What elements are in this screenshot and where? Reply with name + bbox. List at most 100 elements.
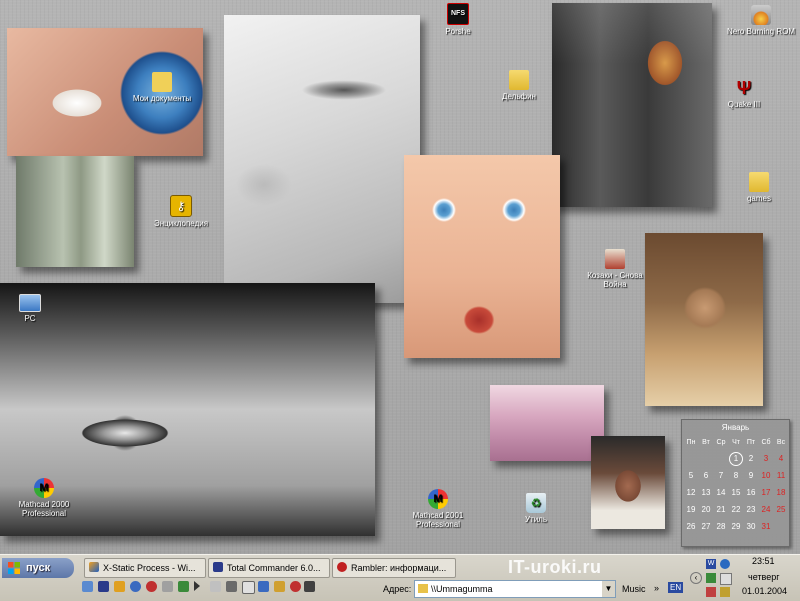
language-indicator[interactable]: EN [668, 582, 684, 593]
documents-globe-icon [152, 72, 172, 92]
desktop-icon-games[interactable]: games [724, 172, 794, 203]
cossacks-icon [605, 249, 625, 269]
calendar-day[interactable]: 17 [759, 486, 773, 500]
tray-back-icon[interactable]: ‹ [690, 572, 702, 584]
calendar-day[interactable]: 13 [699, 486, 713, 500]
launch-icon[interactable] [178, 581, 189, 592]
desktop-icon-delfin[interactable]: Дельфин [484, 70, 554, 101]
desktop-icon-mathcad2001[interactable]: M Mathcad 2001 Professional [403, 489, 473, 529]
desktop-icon-porshe[interactable]: NFS Porshe [423, 3, 493, 36]
task-label: Total Commander 6.0... [227, 563, 321, 573]
desktop-icon-moi-dokumenty[interactable]: Мои документы [127, 72, 197, 103]
chevron-down-icon[interactable]: ▼ [602, 581, 615, 597]
calendar-day[interactable]: 30 [744, 520, 758, 534]
play-icon[interactable] [194, 581, 200, 591]
clock-date: 01.01.2004 [742, 586, 788, 596]
launch-icon[interactable] [114, 581, 125, 592]
start-button[interactable]: пуск [2, 558, 74, 578]
wallpaper-photo-purple-eyes [490, 385, 604, 461]
calendar-day[interactable]: 14 [714, 486, 728, 500]
media-icon[interactable] [210, 581, 221, 592]
desktop-icon-nero[interactable]: Nero Burning ROM [726, 5, 796, 36]
wallpaper-photo-tongue-girl [591, 436, 665, 529]
calendar-day[interactable]: 5 [684, 469, 698, 483]
calendar-day[interactable]: 9 [744, 469, 758, 483]
taskbar: пуск X-Static Process - Wi... Total Comm… [0, 554, 800, 601]
calendar-day[interactable]: 2 [744, 452, 758, 466]
desktop-icon-utilit[interactable]: ♻ Утиль [501, 493, 571, 524]
tray-app-icon[interactable] [720, 573, 732, 585]
speaker-icon[interactable] [720, 559, 730, 569]
calendar-day[interactable]: 26 [684, 520, 698, 534]
desktop-icon-mathcad2000[interactable]: M Mathcad 2000 Professional [9, 478, 79, 518]
launch-icon[interactable] [82, 581, 93, 592]
calendar-day[interactable]: 11 [774, 469, 788, 483]
calendar-week-row: 5 6 7 8 9 10 11 [684, 469, 788, 483]
calendar-week-row: 19 20 21 22 23 24 25 [684, 503, 788, 517]
launch-icon[interactable] [290, 581, 301, 592]
desktop-icon-quake[interactable]: Ψ Quake III [709, 78, 779, 109]
calendar-day[interactable]: 10 [759, 469, 773, 483]
calendar-day[interactable]: 22 [729, 503, 743, 517]
desktop-icon-pc[interactable]: PC [0, 294, 65, 323]
notepad-icon[interactable] [242, 581, 255, 594]
floppy-icon[interactable] [98, 581, 109, 592]
wallpaper-photo-curly-hair [645, 233, 763, 406]
calendar-day[interactable]: 8 [729, 469, 743, 483]
calendar-widget: Январь Пн Вт Ср Чт Пт Сб Вс 1 2 3 4 5 6 7 8 9 10 1… [681, 419, 790, 547]
calendar-day[interactable]: 31 [759, 520, 773, 534]
task-button-total-commander[interactable]: Total Commander 6.0... [208, 558, 330, 578]
calendar-day[interactable]: 20 [699, 503, 713, 517]
opera-icon[interactable] [130, 581, 141, 592]
address-input[interactable]: \\Ummagumma ▼ [414, 580, 616, 598]
browser-icon[interactable] [146, 581, 157, 592]
nfs-game-icon: NFS [447, 3, 469, 25]
word-icon[interactable]: W [706, 559, 716, 569]
calendar-day[interactable]: 24 [759, 503, 773, 517]
tool-icon[interactable] [226, 581, 237, 592]
desktop-icon-enciklopedia[interactable]: ⚷ Энциклопедия [146, 195, 216, 228]
settings-icon[interactable] [162, 581, 173, 592]
calendar-day[interactable]: 6 [699, 469, 713, 483]
calendar-week-row: 12 13 14 15 16 17 18 [684, 486, 788, 500]
calendar-day[interactable]: 18 [774, 486, 788, 500]
key-icon: ⚷ [170, 195, 192, 217]
calendar-day[interactable]: 23 [744, 503, 758, 517]
calendar-weekday: Пн [686, 439, 696, 446]
calendar-day[interactable]: 4 [774, 452, 788, 466]
rambler-icon [337, 562, 347, 572]
calendar-weekday-row: Пн Вт Ср Чт Пт Сб Вс [684, 436, 788, 450]
calendar-day[interactable]: 16 [744, 486, 758, 500]
calendar-weekday: Сб [761, 439, 771, 446]
calendar-day[interactable]: 21 [714, 503, 728, 517]
tray-app-icon[interactable] [706, 573, 716, 583]
wallpaper-photo-baby [404, 155, 560, 358]
calendar-day[interactable]: 7 [714, 469, 728, 483]
mathcad-icon: M [34, 478, 54, 498]
toolbar-expand-icon[interactable]: » [654, 583, 659, 593]
calendar-day[interactable]: 15 [729, 486, 743, 500]
task-button-xstatic[interactable]: X-Static Process - Wi... [84, 558, 206, 578]
checklist-icon[interactable] [258, 581, 269, 592]
calendar-weekday: Пт [746, 439, 756, 446]
calendar-weekday: Вт [702, 439, 710, 446]
calendar-day[interactable]: 27 [699, 520, 713, 534]
wallpaper-photo-two-faces [16, 156, 134, 267]
tray-app-icon[interactable] [706, 587, 716, 597]
task-label: Rambler: информаци... [351, 563, 447, 573]
desktop-icon-kozaki[interactable]: Козаки - Снова Война [580, 249, 650, 289]
task-button-rambler[interactable]: Rambler: информаци... [332, 558, 456, 578]
calendar-day[interactable]: 28 [714, 520, 728, 534]
calendar-day[interactable]: 25 [774, 503, 788, 517]
calendar-day[interactable]: 29 [729, 520, 743, 534]
monitor-icon[interactable] [304, 581, 315, 592]
launch-icon[interactable] [274, 581, 285, 592]
calendar-day[interactable]: 3 [759, 452, 773, 466]
calendar-day[interactable]: 19 [684, 503, 698, 517]
music-toolbar-label[interactable]: Music [622, 584, 646, 594]
calendar-day[interactable]: 12 [684, 486, 698, 500]
calendar-day[interactable]: 1 [729, 452, 743, 466]
tray-app-icon[interactable] [720, 587, 730, 597]
watermark-text: IT-uroki.ru [508, 557, 602, 577]
clock-time[interactable]: 23:51 [752, 556, 775, 566]
